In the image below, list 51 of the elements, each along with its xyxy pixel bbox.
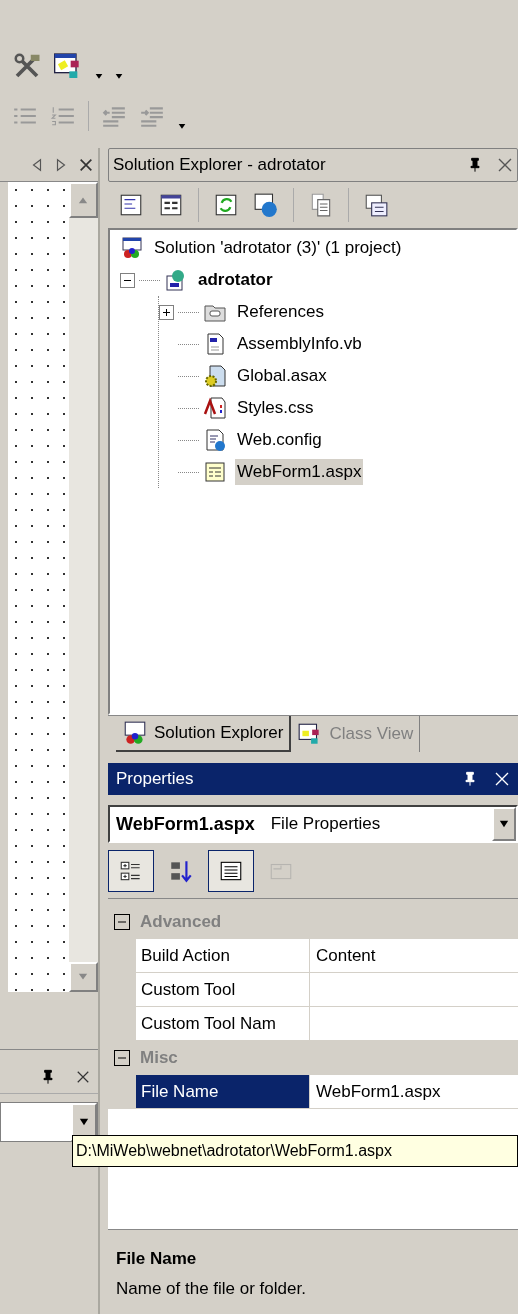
gear-file-icon: [203, 364, 227, 388]
property-value[interactable]: WebForm1.aspx: [310, 1075, 447, 1108]
view-toggle[interactable]: [208, 849, 254, 892]
object-name: WebForm1.aspx: [116, 812, 255, 836]
property-value[interactable]: Content: [310, 939, 382, 972]
category-label: Misc: [140, 1047, 178, 1070]
description-text: Name of the file or folder.: [116, 1277, 307, 1300]
scroll-left-icon[interactable]: [30, 157, 44, 172]
clipboard-list-icon[interactable]: [363, 192, 389, 218]
properties-icon[interactable]: [118, 192, 144, 218]
tree-item[interactable]: WebForm1.aspx: [235, 459, 364, 485]
tree-item[interactable]: Global.asax: [235, 363, 329, 389]
object-type: File Properties: [270, 813, 382, 836]
pin-icon[interactable]: [40, 1067, 56, 1086]
tree-item[interactable]: Solution 'adrotator (3)' (1 project): [152, 235, 404, 261]
path-tooltip: D:\MiWeb\webnet\adrotator\WebForm1.aspx: [72, 1135, 518, 1167]
collapse-icon[interactable]: [114, 914, 130, 930]
view-toggle[interactable]: [108, 849, 154, 892]
property-name[interactable]: Build Action: [136, 939, 310, 972]
tree-item[interactable]: AssemblyInfo.vb: [235, 331, 364, 357]
panels-icon[interactable]: [158, 192, 184, 218]
close-icon[interactable]: [78, 156, 94, 173]
stylesheet-icon: [203, 396, 227, 420]
property-name[interactable]: File Name: [136, 1075, 310, 1108]
panel-tab[interactable]: Solution Explorer: [116, 716, 292, 752]
globe-window-icon[interactable]: [253, 192, 279, 218]
caret-icon[interactable]: [78, 1117, 90, 1127]
caret-icon[interactable]: [498, 819, 510, 829]
description-title: File Name: [116, 1248, 198, 1270]
collapse-icon[interactable]: [120, 272, 135, 288]
object-selector[interactable]: WebForm1.aspx File Properties: [108, 805, 518, 843]
tree-item[interactable]: References: [235, 299, 326, 325]
close-icon[interactable]: [76, 1069, 90, 1084]
caret-icon[interactable]: [177, 122, 187, 130]
web-form-icon: [203, 460, 227, 484]
panel-title: Solution Explorer - adrotator: [113, 154, 327, 177]
object-dropdown[interactable]: [0, 1102, 98, 1142]
tree-item[interactable]: adrotator: [196, 267, 275, 293]
solution-icon[interactable]: [122, 720, 148, 746]
tree-item[interactable]: Web.config: [235, 427, 324, 453]
pin-icon[interactable]: [462, 770, 478, 788]
refresh-icon[interactable]: [213, 192, 239, 218]
category-label: Advanced: [140, 911, 222, 934]
pin-icon[interactable]: [467, 156, 483, 174]
scroll-right-icon[interactable]: [54, 157, 68, 172]
solution-icon: [120, 236, 144, 260]
config-file-icon: [203, 428, 227, 452]
tree-item[interactable]: Styles.css: [235, 395, 316, 421]
collapse-icon[interactable]: [114, 1050, 130, 1066]
expand-icon[interactable]: [159, 304, 174, 320]
panel-title: Properties: [116, 768, 195, 791]
